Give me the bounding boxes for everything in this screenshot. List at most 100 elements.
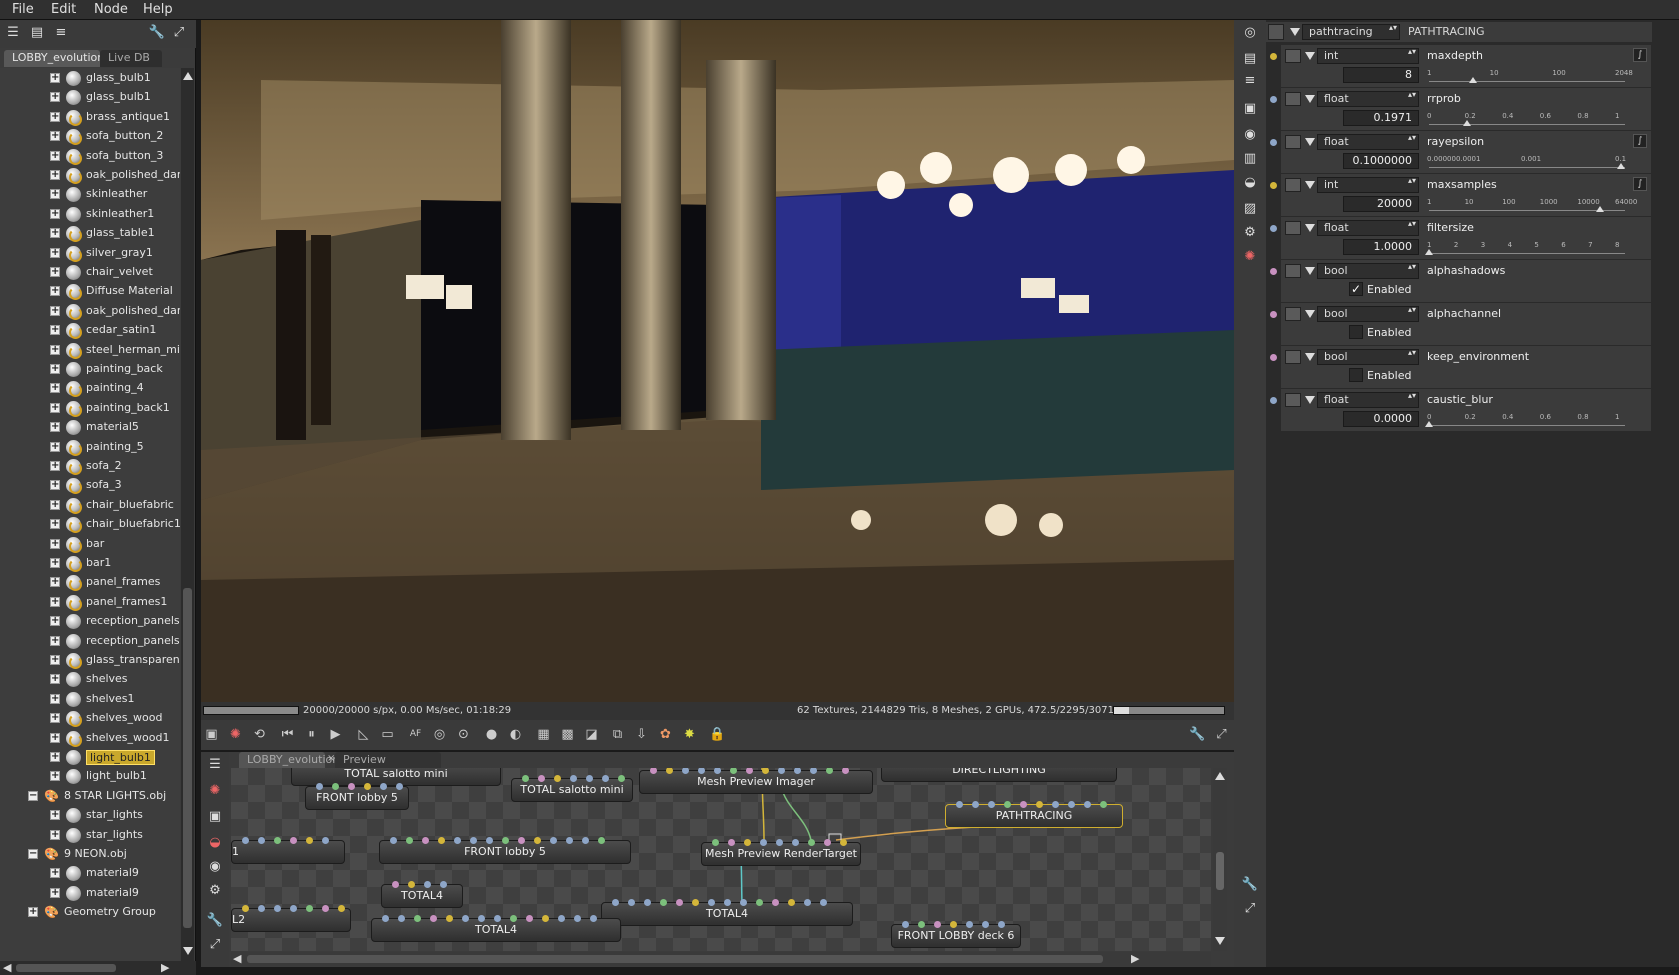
slider-thumb[interactable] [1617,163,1625,169]
expand-icon[interactable]: + [50,150,60,161]
tree-item[interactable]: + cedar_satin1 [0,320,180,340]
node-input-pin[interactable] [714,768,721,774]
graph-hscroll-thumb[interactable] [247,955,1103,963]
value-slider[interactable]: 0 0.2 0.4 0.6 0.8 1 [1425,411,1627,429]
node-input-pin[interactable] [598,837,605,844]
node-input-pin[interactable] [612,899,619,906]
node-input-pin[interactable] [760,839,767,846]
node-input-pin[interactable] [1068,801,1075,808]
node-input-pin[interactable] [510,915,517,922]
expand-icon[interactable]: + [50,499,60,510]
node-l2[interactable]: L2 [231,905,351,932]
node-input-pin[interactable] [242,905,249,912]
slider-thumb[interactable] [1595,206,1604,212]
node-input-pin[interactable] [526,915,533,922]
scroll-left-icon[interactable]: ◀ [233,952,241,965]
tree-item[interactable]: + 🎨 Geometry Group [0,902,180,922]
enabled-checkbox[interactable] [1349,368,1363,382]
node-input-pin[interactable] [406,837,413,844]
checker-icon[interactable]: ▩ [559,726,576,743]
color-icon[interactable]: ✿ [657,726,674,743]
node-input-pin[interactable] [364,783,371,790]
collapse-icon[interactable] [1305,52,1315,60]
wrench-icon[interactable]: 🔧 [1189,726,1206,743]
node-mesh-preview-rendertarget[interactable]: Mesh Preview RenderTarget [701,839,861,866]
node-input-pin[interactable] [628,899,635,906]
node-input-pin[interactable] [574,915,581,922]
pin-dot[interactable] [1270,53,1277,60]
node-input-pin[interactable] [558,915,565,922]
collapse-icon[interactable]: − [28,790,38,801]
tree-item[interactable]: + reception_panels1 [0,631,180,651]
node-input-pin[interactable] [1084,801,1091,808]
expand-icon[interactable]: + [50,267,60,277]
collapse-icon[interactable] [1305,396,1315,404]
hscroll-thumb[interactable] [16,964,116,972]
expand-icon[interactable]: + [50,461,60,471]
collapse-icon[interactable] [1290,28,1300,36]
node-input-pin[interactable] [1052,801,1059,808]
node-input-pin[interactable] [380,783,387,790]
copy-icon[interactable]: ⧉ [609,726,626,743]
expand-icon[interactable]: + [50,655,60,665]
wrench-icon[interactable]: 🔧 [148,24,166,42]
value-field[interactable]: 0.0000 [1343,411,1419,427]
node-total4a[interactable]: TOTAL4 [381,881,463,908]
material-icon[interactable]: ✺ [1241,248,1259,266]
slider-thumb[interactable] [1469,77,1478,83]
tree-item[interactable]: + chair_bluefabric1 [0,514,180,534]
node-input-pin[interactable] [998,921,1005,928]
node-input-pin[interactable] [582,837,589,844]
node-input-pin[interactable] [440,881,447,888]
tree-item[interactable]: + sofa_3 [0,475,180,495]
material-icon[interactable]: ◐ [507,726,524,743]
node-input-pin[interactable] [454,837,461,844]
pin-dot[interactable] [1270,268,1277,275]
node-input-pin[interactable] [618,775,625,782]
node-front-lobby-5a[interactable]: FRONT lobby 5 [305,783,409,810]
pin-dot[interactable] [1270,354,1277,361]
tree-item[interactable]: + shelves [0,669,180,689]
node-input-pin[interactable] [306,837,313,844]
picker-icon[interactable]: ⊙ [455,726,472,743]
node-input-pin[interactable] [554,775,561,782]
graph-hscrollbar[interactable]: ◀ ▶ [231,952,1211,966]
tree-item[interactable]: + glass_bulb1 [0,87,180,107]
expand-icon[interactable]: + [50,189,60,200]
expand-icon[interactable]: + [50,170,60,180]
node-input-pin[interactable] [778,768,785,774]
collapse-icon[interactable] [1305,138,1315,146]
curve-icon[interactable]: ∫ [1633,177,1647,191]
tree-item[interactable]: + light_bulb1 [0,766,180,786]
lock-icon[interactable]: 🔒 [709,726,726,743]
expand-icon[interactable]: + [50,674,60,685]
menu-edit[interactable]: Edit [51,2,76,17]
tree-item[interactable]: + material9 [0,883,180,903]
expand-icon[interactable]: + [50,616,60,627]
tab-lobby-evolution[interactable]: LOBBY_evolution [4,50,104,67]
value-slider[interactable]: 1 2 3 4 5 6 7 8 [1425,239,1627,257]
pin-dot[interactable] [1270,225,1277,232]
tree-item[interactable]: + silver_gray1 [0,243,180,263]
camera-icon[interactable]: ◺ [355,726,372,743]
node-graph-canvas[interactable]: TOTAL salotto mini FRONT lobby 5 TOTAL s… [231,768,1211,951]
node-input-pin[interactable] [322,837,329,844]
node-input-pin[interactable] [424,881,431,888]
tree-item[interactable]: + light_bulb1 [0,747,180,767]
tree-item[interactable]: + shelves_wood [0,708,180,728]
node-input-pin[interactable] [1004,801,1011,808]
graph-vscroll-thumb[interactable] [1216,852,1224,890]
node-input-pin[interactable] [840,839,847,846]
node-input-pin[interactable] [518,837,525,844]
graph-render-icon[interactable]: ✺ [206,782,224,800]
node-input-pin[interactable] [950,921,957,928]
node-input-pin[interactable] [430,915,437,922]
node-input-pin[interactable] [660,899,667,906]
node-input-pin[interactable] [1036,801,1043,808]
node-input-pin[interactable] [982,921,989,928]
node-input-pin[interactable] [570,775,577,782]
node-input-pin[interactable] [390,837,397,844]
wrench-icon[interactable]: 🔧 [206,912,224,930]
expand-icon[interactable]: + [50,577,60,588]
expand-icon[interactable]: + [50,92,60,103]
